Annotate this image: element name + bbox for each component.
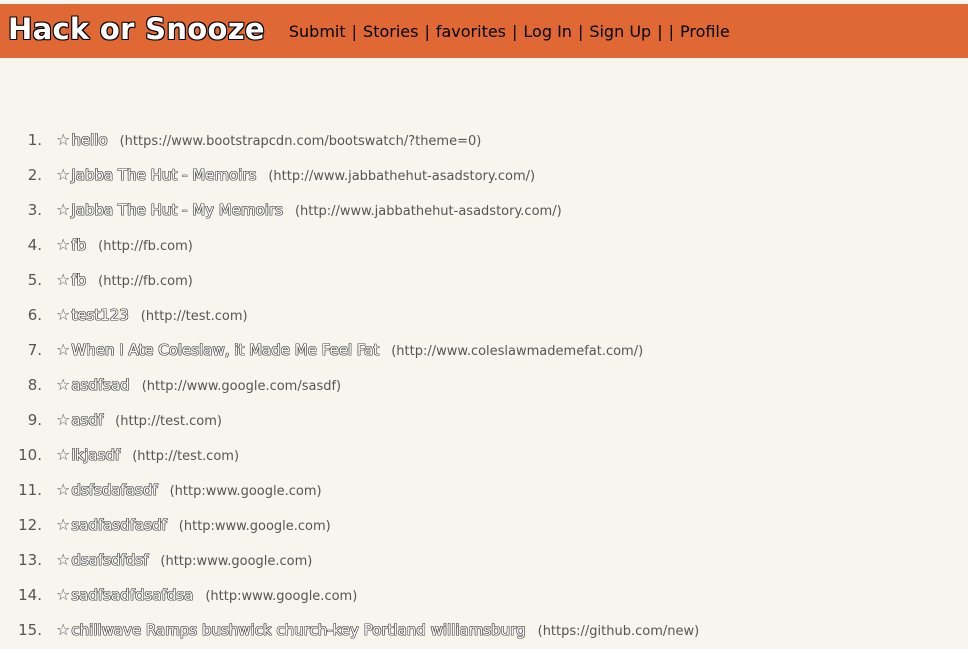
star-icon[interactable]: ☆ [56, 517, 70, 533]
story-number: 6. [27, 306, 42, 324]
story-hostname: (http:www.google.com) [205, 589, 358, 604]
story-hostname: (http://test.com) [132, 449, 240, 464]
star-icon[interactable]: ☆ [56, 272, 70, 288]
nav-separator: | [577, 21, 584, 41]
nav-separator: | [351, 21, 358, 41]
story-hostname: (http://www.google.com/sasdf) [141, 379, 342, 394]
story-hostname: (http://fb.com) [98, 239, 193, 254]
nav-favorites-link[interactable]: favorites [436, 22, 506, 41]
story-title-link[interactable]: sadfsadfdsafdsa [71, 578, 193, 613]
star-icon[interactable]: ☆ [56, 307, 70, 323]
story-item: 1. ☆ hello (https://www.bootstrapcdn.com… [0, 123, 699, 158]
story-title-link[interactable]: When I Ate Coleslaw, it Made Me Feel Fat [71, 333, 379, 368]
story-title-link[interactable]: chillwave Ramps bushwick church-key Port… [71, 613, 525, 648]
story-item: 7. ☆ When I Ate Coleslaw, it Made Me Fee… [0, 333, 699, 368]
story-title-link[interactable]: fb [71, 263, 86, 298]
nav-separator: | [424, 21, 430, 41]
story-item: 9. ☆ asdf (http://test.com) [0, 403, 699, 438]
story-number: 11. [18, 481, 42, 499]
story-title-link[interactable]: Jabba The Hut - Memoirs [71, 158, 256, 193]
story-number: 4. [27, 236, 42, 254]
story-number: 5. [27, 271, 42, 289]
top-navbar: Hack or Snooze Submit | Stories | favori… [0, 4, 968, 58]
nav-separator: | [512, 21, 518, 41]
story-item: 10. ☆ lkjasdf (http://test.com) [0, 438, 699, 473]
star-icon[interactable]: ☆ [56, 167, 70, 183]
story-item: 4. ☆ fb (http://fb.com) [0, 228, 699, 263]
story-number: 12. [18, 516, 42, 534]
story-hostname: (http://www.jabbathehut-asadstory.com/) [268, 169, 536, 184]
story-number: 2. [27, 166, 42, 184]
nav-login-link[interactable]: Log In [523, 22, 572, 41]
brand-title[interactable]: Hack or Snooze [8, 14, 265, 44]
story-number: 15. [18, 621, 42, 639]
story-item: 8. ☆ asdfsad (http://www.google.com/sasd… [0, 368, 699, 403]
story-hostname: (http:www.google.com) [160, 554, 313, 569]
story-item: 6. ☆ test123 (http://test.com) [0, 298, 699, 333]
story-item: 5. ☆ fb (http://fb.com) [0, 263, 699, 298]
star-icon[interactable]: ☆ [56, 587, 70, 603]
star-icon[interactable]: ☆ [56, 202, 70, 218]
story-item: 15. ☆ chillwave Ramps bushwick church-ke… [0, 613, 699, 648]
story-hostname: (http://www.coleslawmademefat.com/) [391, 344, 644, 359]
story-hostname: (http:www.google.com) [178, 519, 331, 534]
story-hostname: (https://www.bootstrapcdn.com/bootswatch… [119, 134, 482, 149]
story-number: 9. [27, 411, 42, 429]
story-item: 13. ☆ dsafsdfdsf (http:www.google.com) [0, 543, 699, 578]
story-title-link[interactable]: asdfsad [71, 368, 129, 403]
star-icon[interactable]: ☆ [56, 447, 70, 463]
story-number: 10. [18, 446, 42, 464]
nav-links: Submit | Stories | favorites | Log In | … [289, 22, 730, 41]
story-item: 14. ☆ sadfsadfdsafdsa (http:www.google.c… [0, 578, 699, 613]
story-title-link[interactable]: hello [71, 123, 107, 158]
story-item: 2. ☆ Jabba The Hut - Memoirs (http://www… [0, 158, 699, 193]
nav-stories-link[interactable]: Stories [363, 22, 418, 41]
story-hostname: (http:www.google.com) [169, 484, 322, 499]
star-icon[interactable]: ☆ [56, 552, 70, 568]
story-hostname: (http://fb.com) [98, 274, 193, 289]
star-icon[interactable]: ☆ [56, 377, 70, 393]
story-hostname: (http://www.jabbathehut-asadstory.com/) [294, 204, 562, 219]
star-icon[interactable]: ☆ [56, 412, 70, 428]
star-icon[interactable]: ☆ [56, 237, 70, 253]
story-item: 12. ☆ sadfasdfasdf (http:www.google.com) [0, 508, 699, 543]
story-number: 7. [27, 341, 42, 359]
story-title-link[interactable]: lkjasdf [71, 438, 120, 473]
story-title-link[interactable]: Jabba The Hut - My Memoirs [71, 193, 283, 228]
star-icon[interactable]: ☆ [56, 132, 70, 148]
story-number: 8. [27, 376, 42, 394]
story-list: 1. ☆ hello (https://www.bootstrapcdn.com… [0, 123, 699, 648]
story-hostname: (http://test.com) [115, 414, 222, 429]
story-number: 13. [18, 551, 42, 569]
story-title-link[interactable]: sadfasdfasdf [71, 508, 166, 543]
story-title-link[interactable]: fb [71, 228, 86, 263]
story-title-link[interactable]: dsfsdafasdf [71, 473, 157, 508]
story-hostname: (https://github.com/new) [537, 624, 700, 639]
story-number: 1. [27, 131, 42, 149]
story-title-link[interactable]: dsafsdfdsf [71, 543, 148, 578]
story-number: 3. [27, 201, 42, 219]
nav-profile-link[interactable]: Profile [680, 22, 730, 41]
star-icon[interactable]: ☆ [56, 622, 70, 638]
story-hostname: (http://test.com) [140, 309, 248, 324]
story-title-link[interactable]: asdf [71, 403, 103, 438]
story-number: 14. [18, 586, 42, 604]
story-item: 11. ☆ dsfsdafasdf (http:www.google.com) [0, 473, 699, 508]
story-title-link[interactable]: test123 [71, 298, 128, 333]
story-item: 3. ☆ Jabba The Hut - My Memoirs (http://… [0, 193, 699, 228]
nav-signup-link[interactable]: Sign Up [589, 22, 651, 41]
nav-separator: | [657, 21, 663, 41]
nav-separator: | [668, 21, 674, 41]
star-icon[interactable]: ☆ [56, 482, 70, 498]
star-icon[interactable]: ☆ [56, 342, 70, 358]
nav-submit-link[interactable]: Submit [289, 22, 346, 41]
